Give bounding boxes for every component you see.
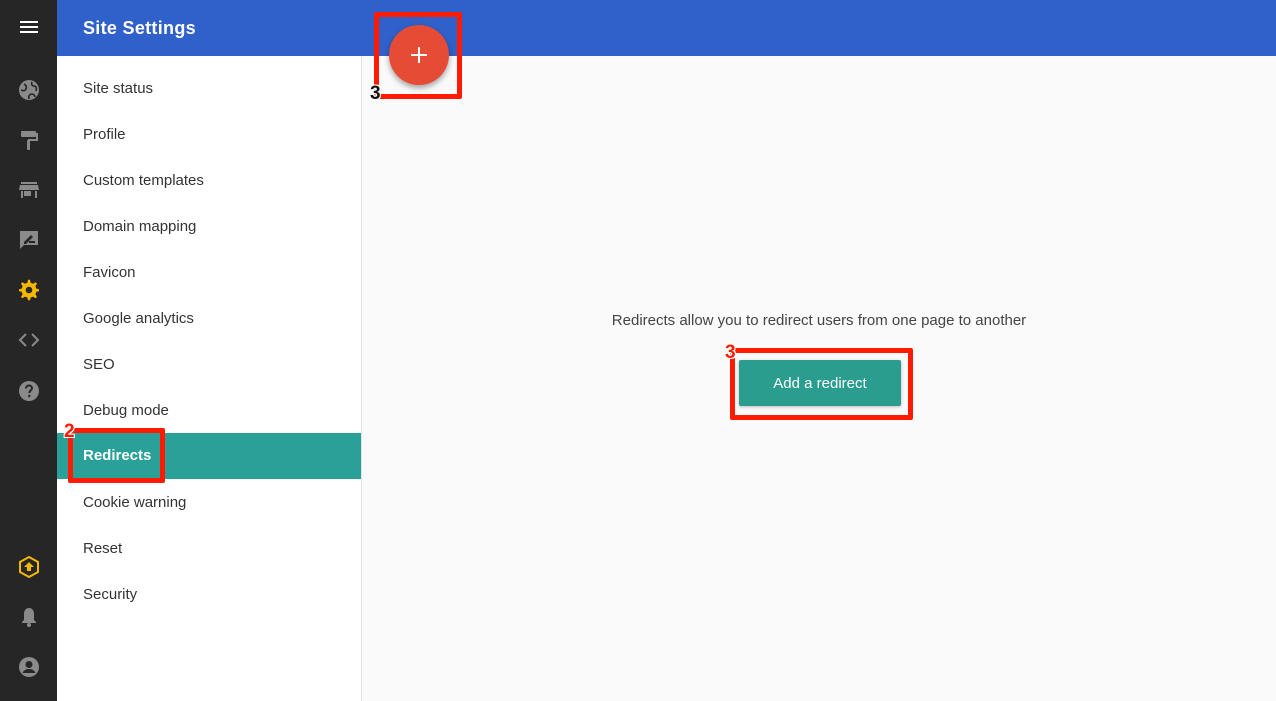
nav-item-seo[interactable]: SEO <box>57 342 361 388</box>
side-rail <box>0 0 57 701</box>
bell-icon <box>21 608 36 627</box>
nav-item-favicon[interactable]: Favicon <box>57 250 361 296</box>
nav-item-custom-templates[interactable]: Custom templates <box>57 158 361 204</box>
nav-item-google-analytics[interactable]: Google analytics <box>57 296 361 342</box>
code-icon <box>18 333 39 347</box>
add-redirect-button[interactable]: Add a redirect <box>739 360 901 406</box>
settings-nav: Site status Profile Custom templates Dom… <box>57 56 362 701</box>
rail-item-notifications[interactable] <box>0 592 57 642</box>
account-icon <box>18 657 39 677</box>
rail-item-account[interactable] <box>0 642 57 692</box>
nav-item-cookie-warning[interactable]: Cookie warning <box>57 480 361 526</box>
nav-item-debug-mode[interactable]: Debug mode <box>57 388 361 434</box>
menu-button[interactable] <box>0 2 57 52</box>
rail-item-help[interactable] <box>0 366 57 416</box>
nav-item-security[interactable]: Security <box>57 572 361 618</box>
plus-icon <box>411 47 427 63</box>
rail-item-code[interactable] <box>0 315 57 365</box>
redirects-panel: Redirects allow you to redirect users fr… <box>362 56 1276 701</box>
nav-item-domain-mapping[interactable]: Domain mapping <box>57 204 361 250</box>
upgrade-icon <box>18 555 39 579</box>
rail-item-design[interactable] <box>0 115 57 165</box>
nav-item-reset[interactable]: Reset <box>57 526 361 572</box>
edit-note-icon <box>19 231 38 249</box>
globe-icon <box>18 80 39 100</box>
rail-item-store[interactable] <box>0 165 57 215</box>
menu-icon <box>19 21 38 33</box>
nav-item-redirects[interactable]: Redirects <box>57 433 361 479</box>
nav-item-profile[interactable]: Profile <box>57 112 361 158</box>
store-icon <box>18 182 39 198</box>
gear-icon <box>18 279 39 301</box>
nav-item-site-status[interactable]: Site status <box>57 66 361 112</box>
rail-item-settings[interactable] <box>0 265 57 315</box>
rail-item-upgrade[interactable] <box>0 542 57 592</box>
rail-item-content[interactable] <box>0 215 57 265</box>
app-window: Site Settings Site status Profile Custom… <box>0 0 1276 701</box>
help-icon <box>18 381 39 401</box>
rail-item-sites[interactable] <box>0 65 57 115</box>
page-title: Site Settings <box>83 18 196 38</box>
add-fab-button[interactable] <box>389 25 449 85</box>
empty-state-text: Redirects allow you to redirect users fr… <box>611 312 1027 329</box>
paint-roller-icon <box>20 131 38 150</box>
top-app-bar: Site Settings <box>57 0 1276 56</box>
